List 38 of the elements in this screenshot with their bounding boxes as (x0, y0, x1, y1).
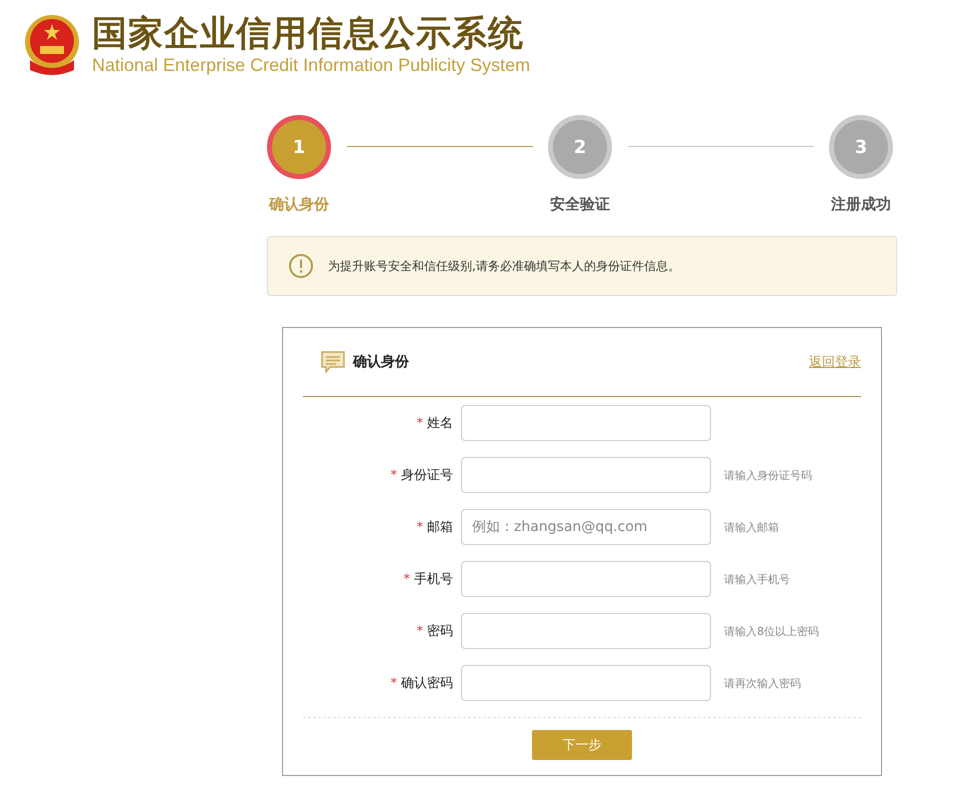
required-mark: * (390, 468, 397, 482)
field-hint: 请输入身份证号码 (724, 468, 813, 482)
step-label: 确认身份 (269, 195, 329, 214)
site-subtitle: National Enterprise Credit Information Publicity System (92, 54, 530, 76)
step-label: 注册成功 (831, 195, 891, 214)
required-mark: * (390, 676, 397, 690)
notice-text: 为提升账号安全和信任级别,请务必准确填写本人的身份证件信息。 (328, 258, 680, 274)
required-mark: * (416, 624, 423, 638)
input-field[interactable] (461, 405, 711, 441)
field-label: 姓名 (427, 415, 453, 432)
field-hint: 请输入手机号 (724, 572, 791, 586)
back-to-login-link[interactable]: 返回登录 (809, 353, 861, 371)
field-hint: 请再次输入密码 (724, 676, 802, 690)
input-field[interactable] (461, 665, 711, 701)
required-mark: * (416, 416, 423, 430)
next-step-button[interactable]: 下一步 (532, 730, 632, 760)
field-label: 手机号 (414, 571, 453, 588)
site-title: 国家企业信用信息公示系统 (92, 14, 525, 54)
step-label: 安全验证 (550, 195, 610, 214)
warning-icon (288, 253, 314, 279)
input-field[interactable]: 例如：zhangsan@qq.com (461, 509, 711, 545)
step-circle: 1 (267, 115, 331, 179)
field-label: 身份证号 (401, 467, 453, 484)
step-circle: 3 (829, 115, 893, 179)
field-hint: 请输入8位以上密码 (724, 624, 820, 638)
field-hint: 请输入邮箱 (724, 520, 780, 534)
emblem-logo (22, 14, 82, 76)
input-field[interactable] (461, 457, 711, 493)
input-field[interactable] (461, 613, 711, 649)
field-label: 邮箱 (427, 519, 453, 536)
step-circle: 2 (548, 115, 612, 179)
form-title: 确认身份 (353, 353, 410, 371)
required-mark: * (404, 572, 410, 586)
field-label: 密码 (427, 623, 453, 640)
input-field[interactable] (461, 561, 711, 597)
field-label: 确认密码 (401, 675, 453, 692)
message-icon (321, 351, 345, 373)
required-mark: * (416, 520, 423, 534)
